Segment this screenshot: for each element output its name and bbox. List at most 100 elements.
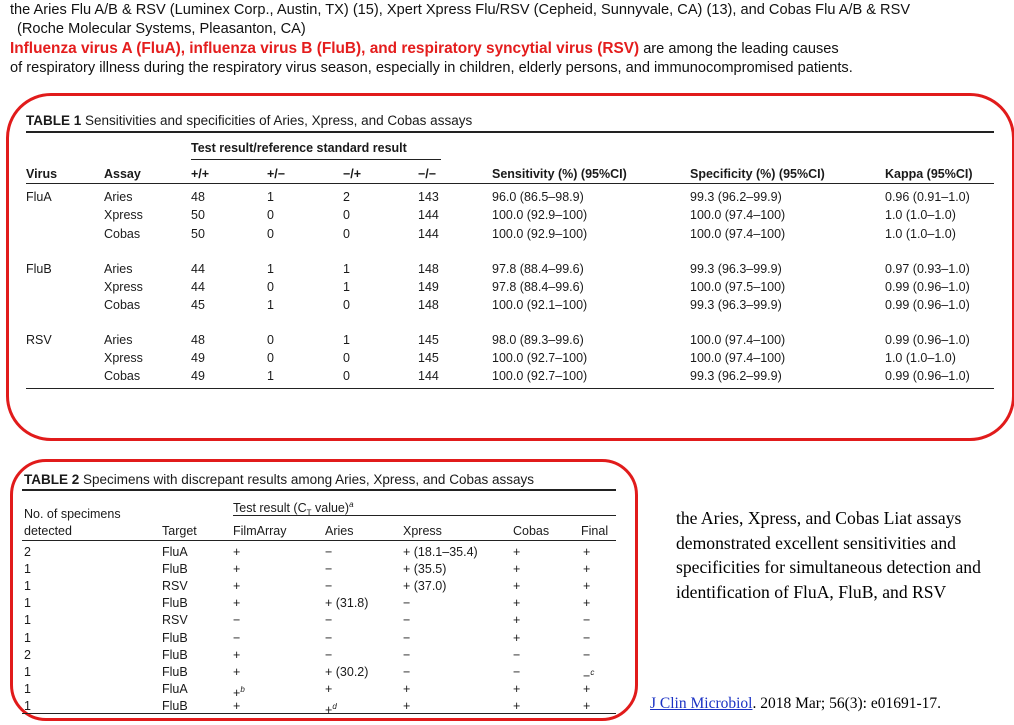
table1-cell: 145 [418, 333, 439, 347]
table2-cell: − [403, 665, 411, 679]
table1-caption-text: Sensitivities and specificities of Aries… [81, 113, 473, 128]
table2-group-header-tail: value) [311, 501, 350, 516]
table1-cell: 0 [343, 208, 350, 222]
table2-col-header: Cobas [513, 524, 550, 538]
table1-cell: 99.3 (96.2–99.9) [690, 190, 782, 204]
table2-bottom-rule [22, 713, 616, 714]
table2-cell: + [233, 545, 241, 559]
table2-cell: FluB [162, 665, 188, 679]
table1-col-header: Virus [26, 167, 58, 181]
table2-cell: − [513, 665, 521, 679]
table1-cell: 144 [418, 227, 439, 241]
intro-line-3: Influenza virus A (FluA), influenza viru… [10, 39, 1005, 59]
table2-cell: + [233, 579, 241, 593]
table1-cell: 48 [191, 333, 205, 347]
table1-cell: 0.99 (0.96–1.0) [885, 369, 970, 383]
table1-cell: 100.0 (92.7–100) [492, 351, 588, 365]
table1-cell: 97.8 (88.4–99.6) [492, 280, 584, 294]
table2-cell: FluB [162, 631, 188, 645]
table2-cell: − [403, 613, 411, 627]
table1-cell: 1 [343, 262, 350, 276]
table1-cell: 143 [418, 190, 439, 204]
intro-line-4: of respiratory illness during the respir… [10, 60, 853, 76]
table2-cell: − [583, 648, 591, 662]
table1-cell: 0 [267, 208, 274, 222]
table1-cell: 100.0 (92.1–100) [492, 298, 588, 312]
table2-cell: + (18.1–35.4) [403, 545, 478, 559]
table2-col-header: Xpress [403, 524, 442, 538]
table1-cell: 44 [191, 262, 205, 276]
table2-cell: − [583, 631, 591, 645]
table1-cell: Cobas [104, 227, 141, 241]
table2-cell: RSV [162, 579, 188, 593]
table1-cell: 45 [191, 298, 205, 312]
table1-cell: 1 [267, 262, 274, 276]
table2-cell: RSV [162, 613, 188, 627]
table2-cell: − [233, 613, 241, 627]
table1-cell: 1 [267, 298, 274, 312]
table1-cell: RSV [26, 333, 52, 347]
table2-cell: 2 [24, 648, 31, 662]
table2-cell: + [583, 579, 591, 593]
table2-cell: FluA [162, 682, 188, 696]
table1-cell: 0 [267, 280, 274, 294]
table2-cell: + [233, 596, 241, 610]
table1-cell: 1.0 (1.0–1.0) [885, 208, 956, 222]
table2-cell: − [325, 648, 333, 662]
table1-cell: 0 [343, 369, 350, 383]
table1-cell: 1.0 (1.0–1.0) [885, 351, 956, 365]
table2-cell: 1 [24, 682, 31, 696]
table2-cell: − [325, 545, 333, 559]
table2-cell: + [233, 648, 241, 662]
table1-cell: FluB [26, 262, 52, 276]
table2-cell: + (30.2) [325, 665, 369, 679]
table1-cell: 1 [267, 369, 274, 383]
table2-cell: 1 [24, 562, 31, 576]
table2-cell: + [583, 596, 591, 610]
journal-link[interactable]: J Clin Microbiol [650, 695, 752, 712]
footnote-marker: d [332, 702, 337, 711]
table1-cell: 0.99 (0.96–1.0) [885, 333, 970, 347]
table2-header-left-top: No. of specimens [24, 507, 121, 521]
footnote-marker: b [240, 685, 245, 694]
table1-cell: 0 [267, 227, 274, 241]
table1-cell: 1 [343, 333, 350, 347]
table1-cell: 49 [191, 351, 205, 365]
table2-group-rule [233, 515, 616, 516]
table2-cell: + [583, 562, 591, 576]
table1-cell: Xpress [104, 351, 143, 365]
table2-col-header: Final [581, 524, 609, 538]
table1-cell: 0 [267, 333, 274, 347]
table1-cell: 0 [267, 351, 274, 365]
table1-cell: 1 [343, 280, 350, 294]
table1-cell: 49 [191, 369, 205, 383]
table2-header-left-bottom: detected [24, 524, 72, 538]
table1-cell: 0.96 (0.91–1.0) [885, 190, 970, 204]
table2-cell: − [325, 562, 333, 576]
table1-cell: Xpress [104, 208, 143, 222]
table1-cell: 0 [343, 227, 350, 241]
table1-cell: 100.0 (92.9–100) [492, 227, 588, 241]
footnote-marker: c [590, 668, 595, 677]
table2-cell: − [403, 596, 411, 610]
table2-cell: − [513, 648, 521, 662]
table1-col-header: +/− [267, 167, 286, 181]
table1-group-header: Test result/reference standard result [191, 141, 407, 155]
table1-cell: 100.0 (92.7–100) [492, 369, 588, 383]
table1-col-header: −/− [418, 167, 437, 181]
table1-cell: 98.0 (89.3–99.6) [492, 333, 584, 347]
table1-cell: 144 [418, 208, 439, 222]
table2-cell: − [233, 631, 241, 645]
table1-header-rule [26, 183, 994, 184]
table2-caption: TABLE 2 Specimens with discrepant result… [24, 472, 534, 487]
footnote-a: a [349, 500, 354, 509]
citation: J Clin Microbiol. 2018 Mar; 56(3): e0169… [650, 695, 941, 713]
table1-cell: 149 [418, 280, 439, 294]
table1-cell: 148 [418, 262, 439, 276]
table2-cell: + [403, 682, 411, 696]
table2-cell: + [513, 631, 521, 645]
table2-cell: +d [325, 702, 337, 718]
table2-cell: 1 [24, 665, 31, 679]
table1-cell: 144 [418, 369, 439, 383]
table1-cell: Cobas [104, 298, 141, 312]
